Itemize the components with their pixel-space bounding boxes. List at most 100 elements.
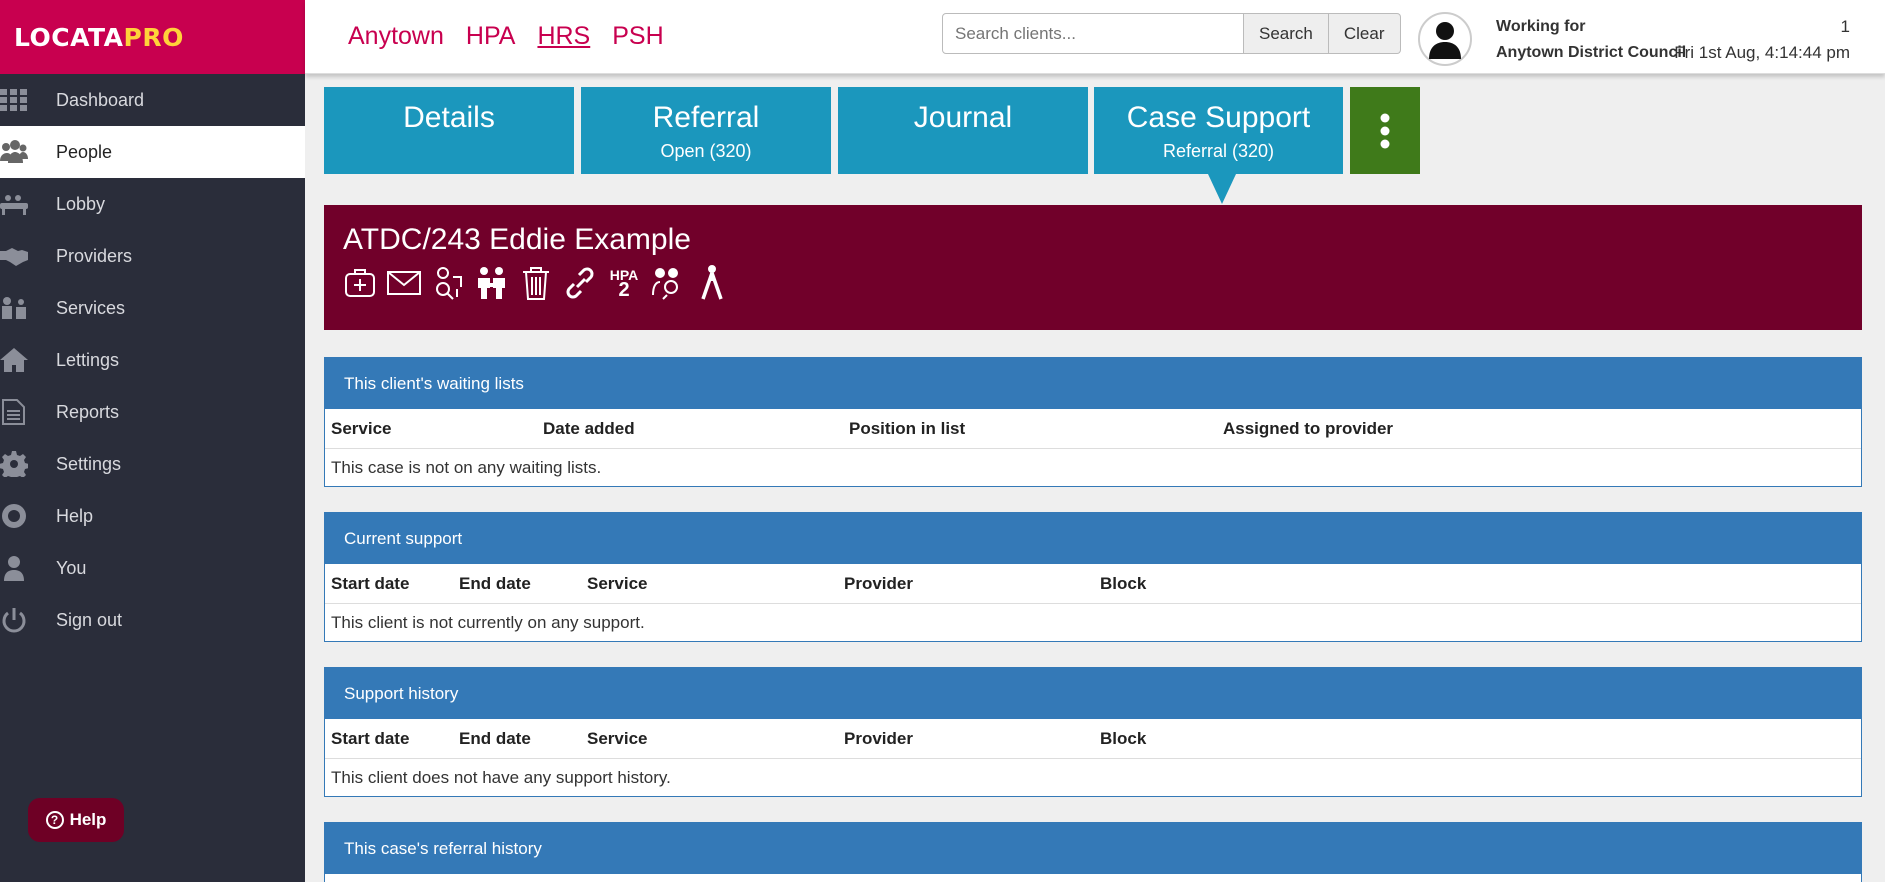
- council-name: Anytown District Council: [1496, 44, 1687, 61]
- handshake-icon: [0, 243, 56, 269]
- logo[interactable]: LOCATAPRO: [0, 0, 305, 74]
- more-menu-button[interactable]: [1350, 87, 1420, 174]
- column-header: End date: [459, 729, 531, 748]
- family-icon[interactable]: [475, 263, 509, 303]
- top-right-info: 1 Fri 1st Aug, 4:14:44 pm: [1674, 14, 1850, 66]
- sidebar-item-you[interactable]: You: [0, 542, 305, 594]
- sidebar-item-sign-out[interactable]: Sign out: [0, 594, 305, 646]
- avatar[interactable]: [1418, 12, 1472, 66]
- sidebar-item-label: Services: [56, 297, 126, 318]
- people-search-icon[interactable]: [651, 263, 685, 303]
- column-header: End date: [459, 574, 531, 593]
- table-header: Start date End date Service Provider Blo…: [325, 719, 1861, 759]
- sidebar-item-label: Help: [56, 505, 94, 526]
- panel-title: This case's referral history: [325, 823, 1861, 874]
- search-bar: Search Clear: [942, 13, 1401, 54]
- person-search-icon[interactable]: [431, 263, 465, 303]
- sidebar-item-label: Lobby: [56, 193, 106, 214]
- logo-text-locata: LOCATA: [14, 22, 124, 52]
- support-history-panel: Support history Start date End date Serv…: [324, 667, 1862, 797]
- tab-subtitle: Open (320): [660, 141, 752, 161]
- walking-icon[interactable]: [695, 263, 729, 303]
- tab-details[interactable]: Details: [324, 87, 574, 174]
- home-icon: [0, 347, 56, 373]
- medical-bag-icon[interactable]: [343, 263, 377, 303]
- sidebar-item-providers[interactable]: Providers: [0, 230, 305, 282]
- tab-title: Journal: [913, 101, 1013, 134]
- column-header: Start date: [331, 574, 410, 593]
- services-icon: [0, 295, 56, 321]
- sidebar-item-label: Dashboard: [56, 89, 145, 110]
- sidebar-item-dashboard[interactable]: Dashboard: [0, 74, 305, 126]
- referral-history-panel: This case's referral history: [324, 822, 1862, 882]
- document-icon: [0, 399, 56, 425]
- column-header: Assigned to provider: [1223, 419, 1394, 438]
- search-button[interactable]: Search: [1244, 13, 1329, 54]
- vertical-dots-icon: [1380, 113, 1390, 148]
- user-icon: [0, 555, 56, 581]
- top-link-hrs[interactable]: HRS: [537, 22, 590, 51]
- column-header: Provider: [844, 574, 913, 593]
- tab-title: Case Support: [1126, 101, 1311, 134]
- people-icon: [0, 139, 56, 165]
- sidebar-item-label: People: [56, 141, 113, 162]
- sidebar-item-people[interactable]: People: [0, 126, 305, 178]
- column-header: Block: [1100, 574, 1147, 593]
- column-header: Provider: [844, 729, 913, 748]
- sidebar-item-label: Lettings: [56, 349, 120, 370]
- sidebar-item-help[interactable]: Help: [0, 490, 305, 542]
- notification-count[interactable]: 1: [1674, 14, 1850, 40]
- client-actions: HPA 2: [343, 263, 729, 303]
- sidebar-item-label: You: [56, 557, 87, 578]
- sidebar-item-label: Settings: [56, 453, 122, 474]
- lifebuoy-icon: [0, 503, 56, 529]
- column-header: Block: [1100, 729, 1147, 748]
- sidebar: LOCATAPRO Dashboard People Lobby Provide…: [0, 0, 305, 882]
- link-icon[interactable]: [563, 263, 597, 303]
- client-title: ATDC/243 Eddie Example: [343, 223, 691, 256]
- column-header: Service: [331, 419, 392, 438]
- help-floating-label: Help: [69, 810, 107, 829]
- question-icon: ?: [45, 811, 64, 829]
- sidebar-item-settings[interactable]: Settings: [0, 438, 305, 490]
- top-link-anytown[interactable]: Anytown: [348, 22, 444, 51]
- tab-referral[interactable]: Referral Open (320): [581, 87, 831, 174]
- tab-subtitle: Referral (320): [1162, 141, 1275, 161]
- empty-message: This client does not have any support hi…: [331, 768, 671, 787]
- sidebar-item-lettings[interactable]: Lettings: [0, 334, 305, 386]
- clear-button[interactable]: Clear: [1328, 13, 1401, 54]
- current-support-panel: Current support Start date End date Serv…: [324, 512, 1862, 642]
- column-header: Service: [587, 574, 648, 593]
- hpa-badge-number: 2: [618, 279, 630, 301]
- tab-title: Details: [403, 101, 495, 134]
- top-links: Anytown HPA HRS PSH: [348, 22, 664, 51]
- lobby-icon: [0, 191, 56, 217]
- working-for-label: Working for: [1496, 18, 1586, 35]
- tab-journal[interactable]: Journal: [838, 87, 1088, 174]
- logo-text-pro: PRO: [123, 22, 184, 52]
- search-input[interactable]: [942, 13, 1244, 54]
- grid-icon: [0, 87, 56, 113]
- panel-title: This client's waiting lists: [325, 358, 1861, 409]
- envelope-icon[interactable]: [387, 263, 421, 303]
- active-tab-indicator: [1208, 174, 1236, 204]
- current-datetime: Fri 1st Aug, 4:14:44 pm: [1674, 43, 1850, 62]
- sidebar-item-reports[interactable]: Reports: [0, 386, 305, 438]
- panel-title: Support history: [325, 668, 1861, 719]
- trash-icon[interactable]: [519, 263, 553, 303]
- power-icon: [0, 607, 56, 633]
- working-for: Working for Anytown District Council: [1496, 14, 1686, 66]
- column-header: Position in list: [849, 419, 966, 438]
- sidebar-item-lobby[interactable]: Lobby: [0, 178, 305, 230]
- tab-case-support[interactable]: Case Support Referral (320): [1094, 87, 1343, 174]
- top-bar: Anytown HPA HRS PSH Search Clear Working…: [305, 0, 1885, 74]
- table-header: Service Date added Position in list Assi…: [325, 409, 1861, 449]
- hpa-badge-icon[interactable]: HPA 2: [607, 263, 641, 303]
- help-floating-button[interactable]: ? Help: [28, 798, 124, 842]
- top-link-hpa[interactable]: HPA: [466, 22, 516, 51]
- column-header: Service: [587, 729, 648, 748]
- sidebar-item-services[interactable]: Services: [0, 282, 305, 334]
- tab-title: Referral: [652, 101, 760, 134]
- top-link-psh[interactable]: PSH: [612, 22, 663, 51]
- column-header: Start date: [331, 729, 410, 748]
